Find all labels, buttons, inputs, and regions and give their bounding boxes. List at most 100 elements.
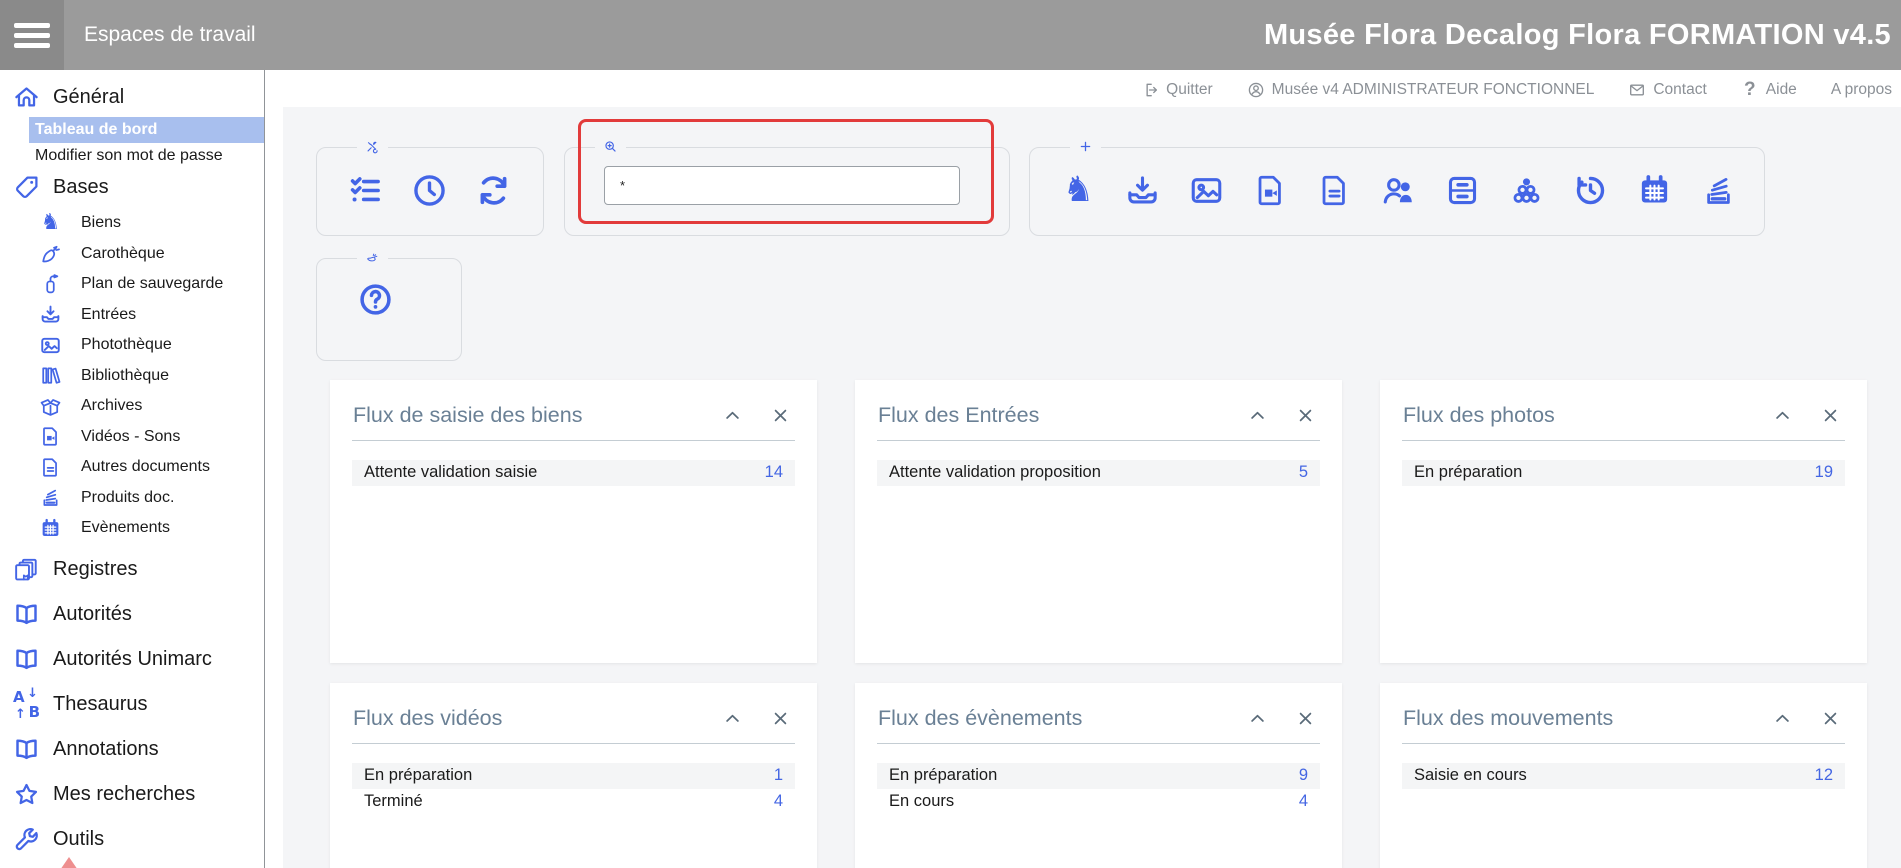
exit-icon bbox=[1141, 81, 1159, 99]
sidebar-section-registres[interactable]: Registres bbox=[13, 550, 264, 590]
sidebar-section-outils[interactable]: Outils bbox=[13, 820, 264, 860]
carrot-icon bbox=[39, 242, 62, 265]
widget-card: Flux des évènements En préparation 9 En … bbox=[855, 683, 1342, 868]
sidebar-item-autres-documents[interactable]: Autres documents bbox=[39, 452, 264, 483]
history-icon[interactable] bbox=[1572, 172, 1609, 209]
sidebar-section-bases[interactable]: Bases bbox=[13, 170, 264, 204]
close-icon[interactable] bbox=[1820, 708, 1841, 729]
sidebar-item-carotheque[interactable]: Carothèque bbox=[39, 239, 264, 270]
open-box-icon bbox=[39, 395, 62, 418]
home-icon bbox=[13, 84, 40, 111]
sidebar-section-autorites-unimarc[interactable]: Autorités Unimarc bbox=[13, 640, 264, 680]
row-count: 19 bbox=[1815, 462, 1833, 484]
close-icon[interactable] bbox=[1295, 708, 1316, 729]
scroll-up-indicator-icon bbox=[58, 857, 80, 868]
help-button[interactable]: ? Aide bbox=[1741, 81, 1797, 99]
sidebar-item-bibliotheque[interactable]: Bibliothèque bbox=[39, 361, 264, 392]
chevron-up-icon[interactable] bbox=[722, 405, 743, 426]
cluster-icon[interactable] bbox=[1508, 172, 1545, 209]
video-file-icon[interactable] bbox=[1252, 172, 1289, 209]
paper-stack-icon[interactable] bbox=[1700, 172, 1737, 209]
photo-icon[interactable] bbox=[1188, 172, 1225, 209]
hand-icon bbox=[357, 242, 388, 273]
chevron-up-icon[interactable] bbox=[1247, 708, 1268, 729]
sidebar-item-evenements[interactable]: Evènements bbox=[39, 513, 264, 544]
row-count: 5 bbox=[1299, 462, 1308, 484]
sidebar-section-annotations[interactable]: Annotations bbox=[13, 730, 264, 770]
checklist-icon[interactable] bbox=[347, 172, 384, 209]
download-tray-icon[interactable] bbox=[1124, 172, 1161, 209]
widget-row[interactable]: Attente validation proposition 5 bbox=[877, 460, 1320, 486]
chevron-up-icon[interactable] bbox=[1247, 405, 1268, 426]
sidebar-item-modifier-mot-de-passe[interactable]: Modifier son mot de passe bbox=[35, 143, 264, 168]
widget-row[interactable]: Attente validation saisie 14 bbox=[352, 460, 795, 486]
sidebar-item-videos-sons[interactable]: Vidéos - Sons bbox=[39, 422, 264, 453]
toolbar-group-create: ♞ bbox=[1029, 147, 1765, 236]
row-count: 4 bbox=[774, 791, 783, 813]
widget-row[interactable]: En préparation 9 bbox=[877, 763, 1320, 789]
close-icon[interactable] bbox=[1820, 405, 1841, 426]
drawer-icon[interactable] bbox=[1444, 172, 1481, 209]
refresh-icon[interactable] bbox=[475, 172, 512, 209]
photo-icon bbox=[39, 334, 62, 357]
row-count: 4 bbox=[1299, 791, 1308, 813]
sidebar-section-autorites[interactable]: Autorités bbox=[13, 595, 264, 635]
search-input[interactable] bbox=[604, 166, 960, 205]
people-icon[interactable] bbox=[1380, 172, 1417, 209]
about-button[interactable]: A propos bbox=[1831, 81, 1892, 99]
widget-row[interactable]: Saisie en cours 12 bbox=[1402, 763, 1845, 789]
clock-icon[interactable] bbox=[411, 172, 448, 209]
help-icon: ? bbox=[1741, 81, 1759, 99]
widget-card: Flux des vidéos En préparation 1 Terminé… bbox=[330, 683, 817, 868]
widget-title: Flux des Entrées bbox=[878, 403, 1220, 428]
knight-icon: ♞ bbox=[39, 212, 62, 235]
widget-divider bbox=[877, 743, 1320, 744]
thesaurus-icon: A↓↑B bbox=[13, 691, 40, 718]
document-icon bbox=[39, 456, 62, 479]
hamburger-icon bbox=[14, 23, 50, 48]
tag-icon bbox=[13, 174, 40, 201]
sidebar-item-plan-de-sauvegarde[interactable]: Plan de sauvegarde bbox=[39, 269, 264, 300]
widget-title: Flux des mouvements bbox=[1403, 706, 1745, 731]
widget-card: Flux des mouvements Saisie en cours 12 bbox=[1380, 683, 1867, 868]
star-icon bbox=[13, 781, 40, 808]
contact-button[interactable]: Contact bbox=[1628, 81, 1706, 99]
close-icon[interactable] bbox=[1295, 405, 1316, 426]
close-icon[interactable] bbox=[770, 708, 791, 729]
extinguisher-icon bbox=[39, 273, 62, 296]
registers-icon bbox=[13, 556, 40, 583]
sidebar-item-produits-doc[interactable]: Produits doc. bbox=[39, 483, 264, 514]
chevron-up-icon[interactable] bbox=[1772, 405, 1793, 426]
current-user[interactable]: Musée v4 ADMINISTRATEUR FONCTIONNEL bbox=[1247, 81, 1595, 99]
row-count: 12 bbox=[1815, 765, 1833, 787]
toolbar-group-help bbox=[316, 258, 462, 361]
menu-button[interactable] bbox=[0, 0, 64, 70]
open-book-icon bbox=[13, 601, 40, 628]
widget-row[interactable]: En préparation 19 bbox=[1402, 460, 1845, 486]
document-icon[interactable] bbox=[1316, 172, 1353, 209]
wrench-icon bbox=[13, 826, 40, 853]
sidebar-item-archives[interactable]: Archives bbox=[39, 391, 264, 422]
calendar-icon[interactable] bbox=[1636, 172, 1673, 209]
chevron-up-icon[interactable] bbox=[722, 708, 743, 729]
chevron-up-icon[interactable] bbox=[1772, 708, 1793, 729]
sidebar-item-biens[interactable]: ♞ Biens bbox=[39, 208, 264, 239]
widget-row[interactable]: Terminé 4 bbox=[352, 789, 795, 815]
sidebar: Général Tableau de bord Modifier son mot… bbox=[0, 70, 264, 868]
knight-icon[interactable]: ♞ bbox=[1060, 172, 1097, 209]
sidebar-item-entrees[interactable]: Entrées bbox=[39, 300, 264, 331]
sidebar-section-mes-recherches[interactable]: Mes recherches bbox=[13, 775, 264, 815]
download-tray-icon bbox=[39, 303, 62, 326]
sidebar-section-thesaurus[interactable]: A↓↑B Thesaurus bbox=[13, 685, 264, 725]
widget-row[interactable]: En cours 4 bbox=[877, 789, 1320, 815]
widget-row[interactable]: En préparation 1 bbox=[352, 763, 795, 789]
quit-button[interactable]: Quitter bbox=[1141, 81, 1213, 99]
row-count: 1 bbox=[774, 765, 783, 787]
question-circle-icon[interactable] bbox=[357, 281, 394, 318]
sidebar-section-general[interactable]: Général bbox=[13, 80, 264, 114]
sidebar-item-phototheque[interactable]: Photothèque bbox=[39, 330, 264, 361]
close-icon[interactable] bbox=[770, 405, 791, 426]
sidebar-item-tableau-de-bord[interactable]: Tableau de bord bbox=[29, 117, 264, 143]
workspace-label: Espaces de travail bbox=[84, 23, 256, 47]
widget-divider bbox=[1402, 743, 1845, 744]
